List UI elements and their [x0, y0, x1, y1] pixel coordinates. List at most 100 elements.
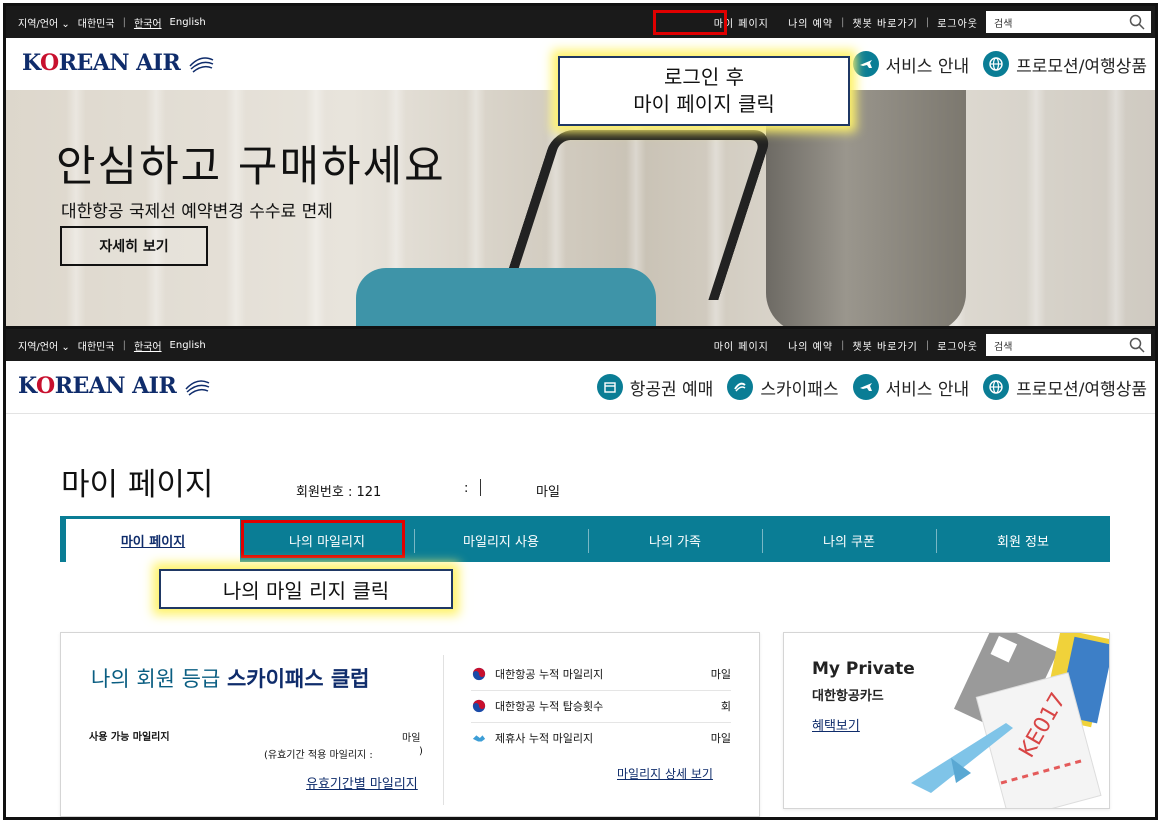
- korean-air-logo[interactable]: KOREAN AIR: [18, 373, 212, 399]
- mileage-by-expiry-link[interactable]: 유효기간별 마일리지: [306, 773, 418, 792]
- stat-label: 대한항공 누적 마일리지: [495, 668, 604, 681]
- stat-partner-mileage: 제휴사 누적 마일리지 마일: [471, 722, 731, 754]
- boarding-pass-illustration: KE017: [911, 633, 1109, 808]
- callout-login-mypage: 로그인 후 마이 페이지 클릭: [558, 56, 850, 126]
- search-placeholder: 검색: [994, 341, 1013, 353]
- nav-service-label: 서비스 안내: [885, 379, 970, 400]
- divider: |: [841, 339, 845, 351]
- korean-air-logo[interactable]: KOREAN AIR: [22, 50, 216, 76]
- callout-my-mileage: 나의 마일 리지 클릭: [159, 569, 453, 609]
- nav-tickets-label: 항공권 예매: [629, 379, 714, 400]
- skyteam-icon: [185, 380, 210, 396]
- valid-mileage-label: (유효기간 적용 마일리지 :: [264, 750, 373, 761]
- korean-air-taeguk-icon: [471, 666, 487, 682]
- tab-my-coupon[interactable]: 나의 쿠폰: [762, 519, 936, 562]
- hero-detail-button[interactable]: 자세히 보기: [60, 226, 208, 266]
- stat-ke-mileage: 대한항공 누적 마일리지 마일: [471, 658, 731, 691]
- divider: |: [841, 16, 845, 28]
- main-header: KOREAN AIR 항공권 예매 스카이패스 서비스 안내 프로모션/여행상품: [6, 361, 1155, 413]
- tab-my-family[interactable]: 나의 가족: [588, 519, 762, 562]
- hero-traveler-image: [766, 90, 966, 327]
- logo-wordmark: KOREAN AIR: [18, 373, 177, 399]
- region-language-selector[interactable]: 지역/언어 ⌄: [18, 15, 70, 30]
- search-icon[interactable]: [1129, 14, 1145, 30]
- mileage-detail-link[interactable]: 마일리지 상세 보기: [617, 765, 713, 782]
- chatbot-link[interactable]: 챗봇 바로가기: [852, 338, 917, 353]
- divider: |: [925, 16, 930, 28]
- my-private-card-banner: My Private 대한항공카드 혜택보기 KE017: [783, 632, 1110, 809]
- lang-korean-link[interactable]: 한국어: [134, 338, 162, 353]
- available-mileage-unit: 마일: [402, 733, 421, 744]
- lang-korean-link[interactable]: 한국어: [134, 15, 162, 30]
- utility-bar: 지역/언어 ⌄ 대한민국 | 한국어 English 마이 페이지 나의 예약 …: [6, 6, 1155, 38]
- private-card-subtitle: 대한항공카드: [812, 689, 884, 704]
- search-placeholder: 검색: [994, 18, 1013, 30]
- callout-line2: 마이 페이지 클릭: [633, 92, 775, 116]
- logo-wordmark: KOREAN AIR: [22, 50, 181, 76]
- lang-english-link[interactable]: English: [170, 17, 206, 28]
- hero-banner: 안심하고 구매하세요 대한항공 국제선 예약변경 수수료 면제 자세히 보기: [6, 90, 1155, 327]
- divider: |: [122, 16, 126, 28]
- my-page-link[interactable]: 마이 페이지: [714, 338, 769, 353]
- region-language-selector[interactable]: 지역/언어 ⌄: [18, 338, 70, 353]
- country-link[interactable]: 대한민국: [78, 338, 115, 353]
- valid-mileage-close: ): [419, 746, 423, 757]
- search-input[interactable]: 검색: [986, 11, 1151, 33]
- search-icon[interactable]: [1129, 337, 1145, 353]
- tab-my-page[interactable]: 마이 페이지: [66, 519, 240, 562]
- screenshot-my-page: 지역/언어 ⌄ 대한민국 | 한국어 English 마이 페이지 나의 예약 …: [3, 326, 1158, 820]
- stat-unit: 마일: [710, 732, 731, 745]
- chatbot-link[interactable]: 챗봇 바로가기: [852, 15, 917, 30]
- handshake-icon: [471, 730, 487, 746]
- nav-promotion[interactable]: 프로모션/여행상품: [983, 374, 1147, 400]
- globe-icon: [983, 51, 1010, 77]
- header-divider: [6, 413, 1155, 414]
- lang-english-link[interactable]: English: [170, 340, 206, 351]
- mileage-unit: 마일: [536, 485, 560, 500]
- tab-mileage-use[interactable]: 마일리지 사용: [414, 519, 588, 562]
- tab-member-info[interactable]: 회원 정보: [936, 519, 1110, 562]
- main-nav: 서비스 안내 프로모션/여행상품: [852, 38, 1147, 90]
- benefits-link[interactable]: 혜택보기: [812, 715, 860, 734]
- stat-ke-flights: 대한항공 누적 탑승횟수 회: [471, 690, 731, 723]
- divider: [443, 655, 444, 805]
- nav-promotion[interactable]: 프로모션/여행상품: [983, 51, 1147, 77]
- main-nav: 항공권 예매 스카이패스 서비스 안내 프로모션/여행상품: [596, 361, 1147, 413]
- my-booking-link[interactable]: 나의 예약: [788, 338, 833, 353]
- suitcase-image: [356, 268, 656, 327]
- utility-bar: 지역/언어 ⌄ 대한민국 | 한국어 English 마이 페이지 나의 예약 …: [6, 329, 1155, 361]
- country-link[interactable]: 대한민국: [78, 15, 115, 30]
- logout-link[interactable]: 로그아웃: [937, 15, 978, 30]
- stat-label: 제휴사 누적 마일리지: [495, 732, 594, 745]
- member-colon: :: [464, 481, 469, 496]
- airplane-icon: [852, 51, 879, 77]
- nav-service[interactable]: 서비스 안내: [852, 374, 970, 400]
- page-title: 마이 페이지: [61, 467, 214, 503]
- highlight-my-mileage-tab: [241, 520, 405, 558]
- hero-subtitle: 대한항공 국제선 예약변경 수수료 면제: [61, 202, 333, 222]
- skypass-icon: [727, 374, 754, 400]
- divider: |: [925, 339, 930, 351]
- nav-tickets[interactable]: 항공권 예매: [596, 374, 714, 400]
- globe-icon: [983, 374, 1010, 400]
- stat-unit: 회: [720, 700, 731, 713]
- grade-heading: 나의 회원 등급 스카이패스 클럽: [91, 667, 370, 691]
- divider: |: [122, 339, 126, 351]
- divider: [777, 340, 780, 351]
- private-card-title: My Private: [812, 659, 915, 679]
- nav-skypass[interactable]: 스카이패스: [727, 374, 839, 400]
- nav-promotion-label: 프로모션/여행상품: [1016, 379, 1147, 400]
- nav-promotion-label: 프로모션/여행상품: [1016, 56, 1147, 77]
- stat-unit: 마일: [710, 668, 731, 681]
- callout2-text: 나의 마일 리지 클릭: [222, 578, 390, 603]
- chevron-down-icon: ⌄: [61, 341, 70, 353]
- skyteam-icon: [189, 57, 214, 73]
- airplane-icon: [852, 374, 879, 400]
- logout-link[interactable]: 로그아웃: [937, 338, 978, 353]
- my-booking-link[interactable]: 나의 예약: [788, 15, 833, 30]
- callout-line1: 로그인 후: [664, 65, 744, 89]
- search-input[interactable]: 검색: [986, 334, 1151, 356]
- nav-service[interactable]: 서비스 안내: [852, 51, 969, 77]
- divider: [480, 479, 481, 496]
- chevron-down-icon: ⌄: [61, 18, 70, 30]
